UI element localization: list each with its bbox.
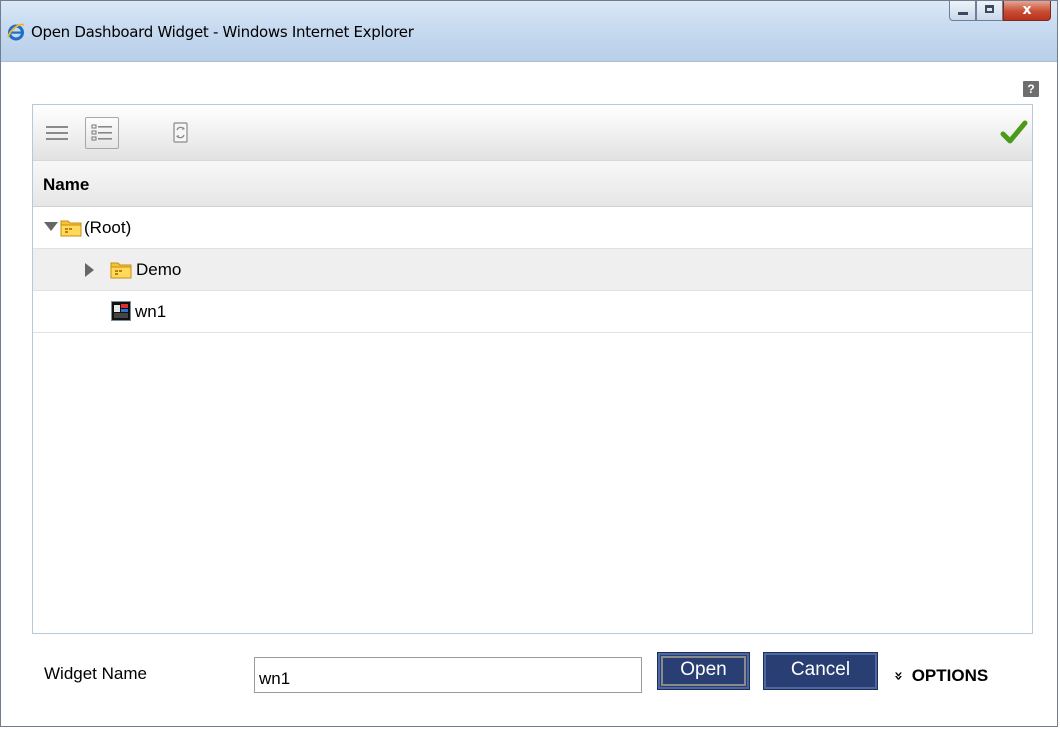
- help-icon[interactable]: ?: [1023, 81, 1039, 97]
- refresh-button[interactable]: [163, 117, 197, 149]
- name-column-header[interactable]: Name: [33, 160, 1032, 207]
- detail-view-icon: [91, 124, 112, 141]
- maximize-icon: [985, 5, 994, 13]
- tree-row-root[interactable]: (Root): [33, 207, 1032, 249]
- widget-name-label: Widget Name: [44, 664, 147, 683]
- maximize-button[interactable]: [976, 1, 1003, 21]
- collapse-arrow-icon[interactable]: [44, 222, 58, 231]
- options-toggle[interactable]: » OPTIONS: [890, 666, 989, 686]
- open-button[interactable]: Open: [657, 652, 750, 690]
- minimize-button[interactable]: [949, 1, 976, 21]
- detail-view-button[interactable]: [85, 117, 119, 149]
- close-button[interactable]: x: [1003, 1, 1051, 21]
- folder-icon: [110, 262, 132, 279]
- double-chevron-down-icon: »: [889, 671, 908, 681]
- list-view-icon: [46, 126, 68, 140]
- widget-name-input[interactable]: [254, 657, 642, 693]
- window-title: Open Dashboard Widget - Windows Internet…: [31, 23, 414, 41]
- tree-row-wn1[interactable]: wn1: [33, 291, 1032, 333]
- folder-icon: [60, 220, 82, 237]
- refresh-icon: [173, 122, 188, 143]
- panel-toolbar: [33, 105, 1032, 160]
- list-view-button[interactable]: [39, 117, 73, 149]
- column-header-label: Name: [43, 175, 90, 194]
- tree-row-label: (Root): [84, 218, 132, 237]
- tree-row-demo[interactable]: Demo: [33, 249, 1032, 291]
- window-controls: x: [949, 1, 1051, 23]
- dashboard-widget-icon: [111, 301, 131, 321]
- minimize-icon: [958, 12, 968, 15]
- tree-row-label: wn1: [135, 302, 167, 321]
- browser-window: Open Dashboard Widget - Windows Internet…: [0, 0, 1058, 727]
- title-bar: Open Dashboard Widget - Windows Internet…: [1, 1, 1057, 62]
- internet-explorer-icon: [7, 23, 25, 41]
- options-label: OPTIONS: [911, 666, 989, 685]
- tree-row-label: Demo: [136, 260, 182, 279]
- confirm-check-icon[interactable]: [1000, 117, 1028, 147]
- cancel-button[interactable]: Cancel: [763, 652, 878, 690]
- widget-browser-panel: Name (Root) Demo wn1: [32, 104, 1033, 634]
- close-icon: x: [1022, 2, 1032, 18]
- expand-arrow-icon[interactable]: [85, 263, 94, 277]
